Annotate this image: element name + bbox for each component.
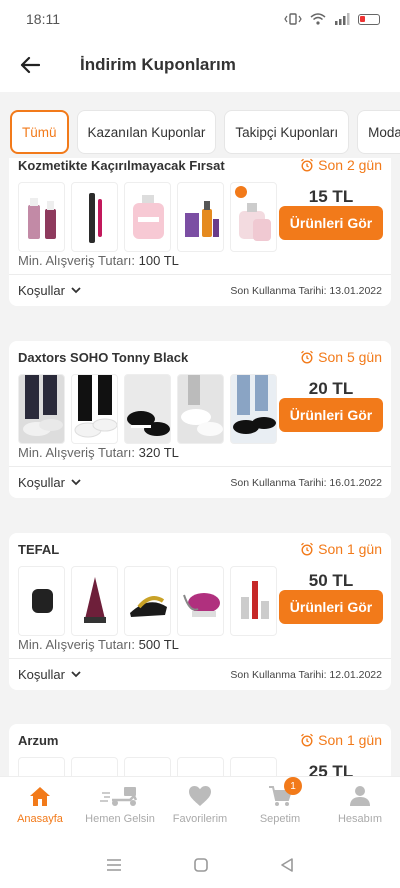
nav-quick-delivery[interactable]: Hemen Gelsin	[80, 777, 160, 842]
arrow-left-icon	[20, 56, 40, 74]
product-image[interactable]	[71, 182, 118, 252]
product-image[interactable]	[230, 374, 277, 444]
scooter-icon	[100, 787, 138, 806]
user-icon	[350, 786, 370, 806]
nav-cart[interactable]: 1 Sepetim	[240, 777, 320, 842]
expiry-date: Son Kullanma Tarihi: 12.01.2022	[230, 668, 382, 681]
alarm-icon	[301, 733, 314, 747]
bottom-nav: Anasayfa Hemen Gelsin Favorilerim 1 Sepe…	[0, 776, 400, 842]
product-image[interactable]	[177, 566, 224, 636]
coupon-amount: 15 TL	[308, 187, 354, 206]
coupon-brand: Daxtors SOHO Tonny Black	[18, 350, 189, 365]
alarm-icon	[301, 158, 314, 172]
product-thumbnails	[18, 757, 277, 776]
status-icons	[284, 13, 380, 25]
product-image[interactable]	[177, 182, 224, 252]
home-icon	[30, 787, 50, 806]
product-image[interactable]	[71, 757, 118, 776]
product-thumbnails	[18, 182, 277, 252]
system-nav	[0, 842, 400, 888]
vibrate-icon	[284, 13, 302, 25]
coupon-brand: Kozmetikte Kaçırılmayacak Fırsat	[18, 158, 225, 173]
tab-all[interactable]: Tümü	[10, 110, 69, 154]
product-thumbnails	[18, 374, 277, 444]
nav-account[interactable]: Hesabım	[320, 777, 400, 842]
product-thumbnails	[18, 566, 277, 636]
coupon-list[interactable]: Kozmetikte Kaçırılmayacak Fırsat Son 2 g…	[0, 158, 400, 776]
product-image[interactable]	[18, 566, 65, 636]
status-time: 18:11	[26, 11, 60, 27]
coupon-card: Daxtors SOHO Tonny Black Son 5 gün 20 TL…	[9, 341, 391, 498]
signal-icon	[335, 13, 350, 25]
min-spend: Min. Alışveriş Tutarı: 500 TL	[18, 637, 179, 652]
coupon-brand: TEFAL	[18, 542, 60, 557]
back-triangle-icon[interactable]	[280, 858, 294, 872]
home-square-icon[interactable]	[194, 858, 208, 872]
chevron-down-icon	[71, 671, 81, 678]
tab-earned-coupons[interactable]: Kazanılan Kuponlar	[76, 110, 217, 154]
coupon-brand: Arzum	[18, 733, 59, 748]
coupon-days-left: Son 1 gün	[300, 732, 382, 748]
product-image[interactable]	[124, 757, 171, 776]
expiry-date: Son Kullanma Tarihi: 13.01.2022	[230, 284, 382, 297]
cart-badge: 1	[284, 777, 302, 795]
product-image[interactable]	[18, 757, 65, 776]
page-title: İndirim Kuponlarım	[80, 55, 236, 74]
coupon-days-left: Son 1 gün	[300, 541, 382, 557]
tab-follower-coupons[interactable]: Takipçi Kuponları	[224, 110, 350, 154]
chevron-down-icon	[71, 287, 81, 294]
product-image[interactable]	[124, 182, 171, 252]
wifi-icon	[310, 13, 326, 25]
product-image[interactable]	[71, 566, 118, 636]
conditions-toggle[interactable]: Koşullar	[18, 475, 81, 490]
alarm-icon	[301, 350, 314, 364]
chevron-down-icon	[71, 479, 81, 486]
coupon-amount: 25 TL	[308, 762, 354, 776]
app-header: İndirim Kuponlarım	[0, 38, 400, 92]
product-image[interactable]	[177, 757, 224, 776]
back-button[interactable]	[0, 38, 60, 92]
min-spend: Min. Alışveriş Tutarı: 100 TL	[18, 253, 179, 268]
battery-icon	[358, 13, 380, 25]
filter-tabs: Tümü Kazanılan Kuponlar Takipçi Kuponlar…	[10, 110, 400, 156]
min-spend: Min. Alışveriş Tutarı: 320 TL	[18, 445, 179, 460]
view-products-button[interactable]: Ürünleri Gör	[279, 590, 383, 624]
conditions-toggle[interactable]: Koşullar	[18, 283, 81, 298]
alarm-icon	[301, 542, 314, 556]
tab-fashion[interactable]: Moda	[357, 110, 400, 154]
coupon-amount: 20 TL	[308, 379, 354, 398]
product-image[interactable]	[124, 566, 171, 636]
view-products-button[interactable]: Ürünleri Gör	[279, 398, 383, 432]
product-image[interactable]	[18, 182, 65, 252]
product-image[interactable]	[124, 374, 171, 444]
heart-icon	[189, 786, 211, 806]
conditions-toggle[interactable]: Koşullar	[18, 667, 81, 682]
nav-favorites[interactable]: Favorilerim	[160, 777, 240, 842]
product-image[interactable]	[230, 182, 277, 252]
coupon-card: Arzum Son 1 gün 25 TL	[9, 724, 391, 776]
status-bar: 18:11	[0, 0, 400, 38]
coupon-card: TEFAL Son 1 gün 50 TL Ürünleri Gör Min. …	[9, 533, 391, 690]
expiry-date: Son Kullanma Tarihi: 16.01.2022	[230, 476, 382, 489]
product-image[interactable]	[230, 566, 277, 636]
coupon-days-left: Son 5 gün	[300, 349, 382, 365]
product-image[interactable]	[71, 374, 118, 444]
coupon-days-left: Son 2 gün	[300, 158, 382, 173]
product-image[interactable]	[177, 374, 224, 444]
view-products-button[interactable]: Ürünleri Gör	[279, 206, 383, 240]
product-image[interactable]	[18, 374, 65, 444]
nav-home[interactable]: Anasayfa	[0, 777, 80, 842]
coupon-card: Kozmetikte Kaçırılmayacak Fırsat Son 2 g…	[9, 158, 391, 306]
menu-icon[interactable]	[106, 858, 122, 872]
coupon-amount: 50 TL	[308, 571, 354, 590]
product-image[interactable]	[230, 757, 277, 776]
